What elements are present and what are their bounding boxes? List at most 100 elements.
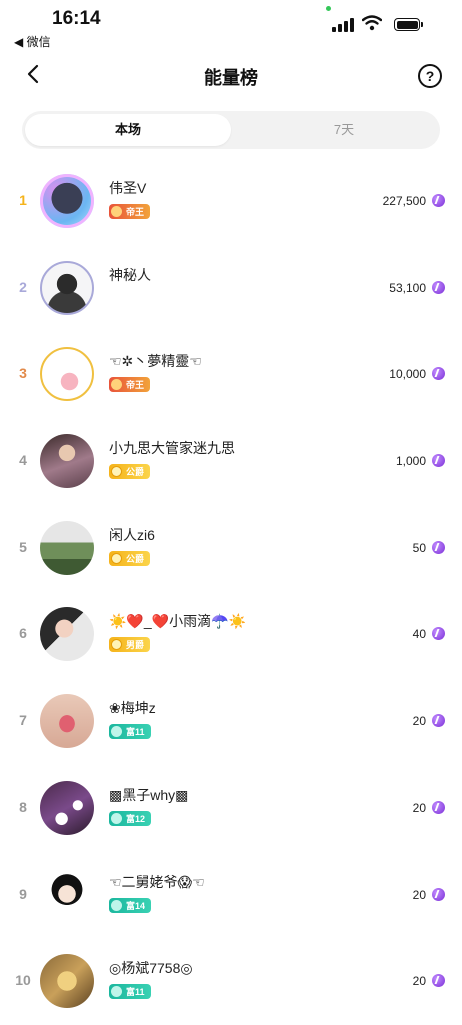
energy-score: 10,000 [389, 367, 426, 382]
rank-number: 1 [19, 192, 27, 208]
user-name: ❀梅坤z [109, 700, 156, 717]
user-name: 神秘人 [109, 266, 151, 283]
rank-number: 7 [19, 712, 27, 729]
rank-number: 8 [19, 798, 27, 815]
level-badge: 男爵 [109, 637, 151, 653]
back-to-app-link[interactable]: ◀ 微信 [14, 33, 51, 50]
badge-icon [111, 986, 122, 998]
ranking-row[interactable]: 3 ☜✲丶夢精靈☜ 帝王 10,000 [0, 331, 462, 418]
user-name: 闲人zi6 [109, 526, 155, 543]
energy-score: 227,500 [382, 194, 426, 208]
badge-icon [111, 899, 122, 911]
energy-score: 53,100 [389, 280, 426, 295]
avatar[interactable] [40, 347, 94, 402]
ranking-row[interactable]: 6 ☀️❤️_❤️小雨滴☂️☀️ 男爵 40 [0, 591, 462, 678]
avatar[interactable] [40, 260, 94, 315]
battery-icon [394, 18, 423, 31]
level-badge: 公爵 [109, 550, 151, 566]
energy-score: 20 [412, 974, 426, 989]
level-badge: 帝王 [109, 377, 151, 393]
energy-icon [432, 887, 445, 901]
badge-label: 富12 [126, 813, 146, 824]
badge-label: 帝王 [126, 207, 145, 217]
energy-icon [432, 367, 445, 381]
level-badge: 公爵 [109, 464, 151, 480]
energy-icon [432, 280, 445, 294]
rank-number: 10 [15, 972, 31, 989]
energy-icon [432, 194, 445, 207]
rank-number: 4 [19, 452, 27, 469]
badge-label: 男爵 [126, 640, 145, 651]
wifi-icon [362, 15, 382, 31]
badge-label: 公爵 [126, 553, 145, 564]
badge-label: 公爵 [126, 467, 145, 478]
energy-score: 20 [412, 714, 426, 729]
user-name: ☀️❤️_❤️小雨滴☂️☀️ [109, 613, 246, 630]
user-name: ◎杨斌7758◎ [109, 960, 193, 977]
nav-bar: 能量榜 ? [0, 52, 462, 98]
ranking-row[interactable]: 4 小九思大管家迷九思 公爵 1,000 [0, 418, 462, 505]
energy-icon [432, 627, 445, 641]
period-tabs: 本场 7天 [22, 111, 440, 149]
user-name: ☜二舅姥爷😱☜ [109, 873, 205, 890]
badge-label: 帝王 [126, 380, 145, 391]
avatar[interactable] [40, 780, 94, 835]
badge-icon [111, 812, 122, 824]
avatar[interactable] [40, 867, 94, 922]
badge-label: 富11 [126, 987, 145, 998]
ranking-row[interactable]: 1 伟圣V 帝王 227,500 [0, 158, 462, 245]
rank-number: 6 [19, 625, 27, 642]
avatar[interactable] [40, 174, 94, 228]
energy-icon [432, 714, 445, 728]
tab-this-session[interactable]: 本场 [25, 114, 231, 146]
energy-score: 1,000 [395, 454, 426, 469]
avatar[interactable] [40, 694, 94, 749]
avatar[interactable] [40, 520, 94, 575]
energy-icon [432, 800, 445, 814]
avatar[interactable] [40, 954, 94, 1009]
status-time: 16:14 [52, 8, 101, 29]
status-bar: 16:14 ◀ 微信 [0, 0, 462, 52]
ranking-row[interactable]: 7 ❀梅坤z 富11 20 [0, 678, 462, 765]
ranking-row[interactable]: 2 神秘人 53,100 [0, 245, 462, 332]
ranking-row[interactable]: 9 ☜二舅姥爷😱☜ 富14 20 [0, 852, 462, 939]
rank-number: 9 [19, 885, 27, 902]
user-name: 伟圣V [109, 180, 147, 196]
level-badge: 帝王 [109, 204, 151, 219]
energy-score: 20 [412, 887, 426, 902]
badge-icon [111, 466, 122, 478]
tab-7-days[interactable]: 7天 [250, 114, 438, 146]
help-icon[interactable]: ? [418, 64, 442, 88]
level-badge: 富11 [109, 724, 151, 740]
energy-icon [432, 974, 445, 988]
ranking-row[interactable]: 8 ▩黑子why▩ 富12 20 [0, 765, 462, 852]
level-badge: 富12 [109, 810, 152, 826]
badge-label: 富11 [126, 727, 145, 738]
level-badge: 富14 [109, 897, 152, 913]
user-name: ☜✲丶夢精靈☜ [109, 353, 202, 370]
privacy-indicator [326, 6, 331, 11]
badge-icon [111, 552, 122, 564]
signal-icon [332, 18, 354, 32]
ranking-row[interactable]: 10 ◎杨斌7758◎ 富11 20 [0, 938, 462, 1025]
energy-icon [432, 540, 445, 554]
energy-score: 50 [412, 540, 426, 555]
avatar[interactable] [40, 607, 94, 662]
badge-icon [111, 379, 122, 391]
rank-number: 3 [19, 365, 27, 382]
energy-score: 40 [412, 627, 426, 642]
energy-score: 20 [412, 800, 426, 815]
rank-number: 2 [19, 278, 27, 295]
user-name: 小九思大管家迷九思 [109, 440, 235, 457]
badge-label: 富14 [126, 900, 146, 911]
badge-icon [111, 639, 122, 651]
energy-icon [432, 454, 445, 468]
user-name: ▩黑子why▩ [109, 786, 189, 803]
rank-number: 5 [19, 538, 27, 555]
page-title: 能量榜 [204, 68, 258, 88]
avatar[interactable] [40, 434, 94, 489]
ranking-row[interactable]: 5 闲人zi6 公爵 50 [0, 505, 462, 592]
ranking-list: 1 伟圣V 帝王 227,500 2 神秘人 53,100 3 ☜✲丶夢精靈☜ … [0, 158, 462, 1025]
level-badge: 富11 [109, 984, 151, 1000]
badge-icon [111, 206, 122, 217]
